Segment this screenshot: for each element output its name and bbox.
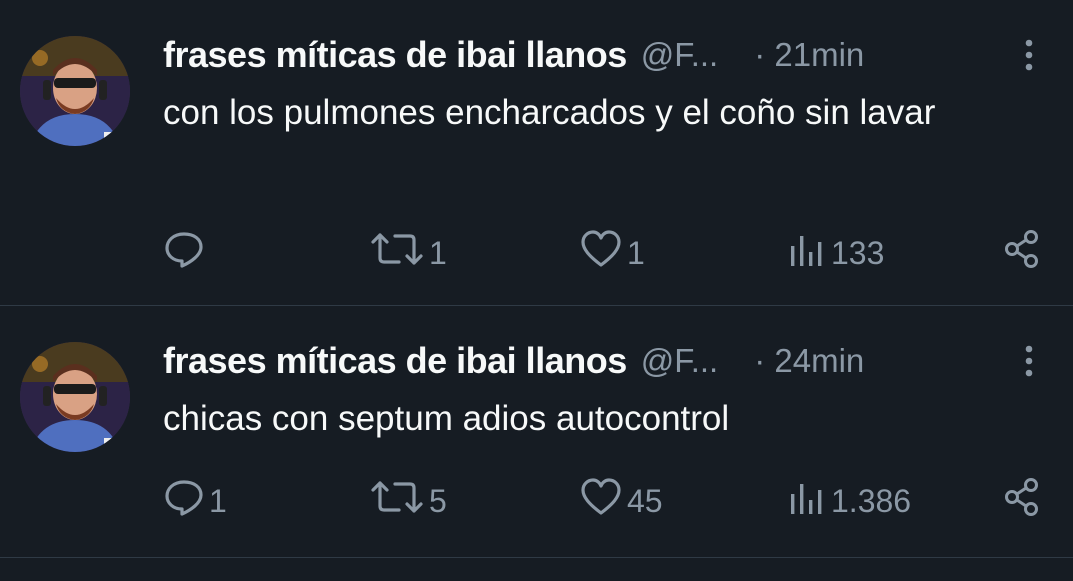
author-handle[interactable]: @F... xyxy=(641,36,719,74)
retweet-count: 5 xyxy=(429,482,447,519)
tweet-text: con los pulmones encharcados y el coño s… xyxy=(163,93,936,132)
reply-icon xyxy=(163,228,205,278)
more-vertical-icon[interactable] xyxy=(1019,342,1039,380)
views-count: 133 xyxy=(831,234,885,271)
reply-button[interactable] xyxy=(163,230,209,276)
heart-icon xyxy=(579,228,623,278)
reply-count: 1 xyxy=(209,482,227,519)
avatar-image xyxy=(20,342,130,452)
tweet-timestamp[interactable]: · 24min xyxy=(754,342,864,380)
share-icon xyxy=(1001,228,1043,278)
like-count: 45 xyxy=(627,482,663,519)
tweet-actions: 1 1 133 xyxy=(163,230,1043,276)
views-count: 1.386 xyxy=(831,482,912,519)
retweet-icon xyxy=(369,228,425,278)
timeline-feed: frases míticas de ibai llanos @F... · 21… xyxy=(0,0,1073,581)
avatar-image xyxy=(20,36,130,146)
tweet-text: chicas con septum adios autocontrol xyxy=(163,399,730,438)
avatar[interactable] xyxy=(20,342,130,452)
tweet[interactable]: frases míticas de ibai llanos @F... · 21… xyxy=(0,0,1073,306)
views-chart-icon xyxy=(785,228,827,278)
like-button[interactable]: 1 xyxy=(579,230,645,276)
views-chart-icon xyxy=(785,476,827,526)
retweet-icon xyxy=(369,476,425,526)
avatar[interactable] xyxy=(20,36,130,146)
reply-icon xyxy=(163,476,205,526)
retweet-button[interactable]: 1 xyxy=(369,230,447,276)
retweet-count: 1 xyxy=(429,234,447,271)
share-icon xyxy=(1001,476,1043,526)
author-name[interactable]: frases míticas de ibai llanos xyxy=(163,34,627,76)
retweet-button[interactable]: 5 xyxy=(369,478,447,524)
views-button[interactable]: 1.386 xyxy=(785,478,911,524)
like-count: 1 xyxy=(627,234,645,271)
tweet-header: frases míticas de ibai llanos @F... · 21… xyxy=(163,32,1053,78)
tweet-actions: 1 5 45 1.386 xyxy=(163,478,1043,524)
share-button[interactable] xyxy=(1001,478,1043,524)
tweet-header: frases míticas de ibai llanos @F... · 24… xyxy=(163,338,1053,384)
heart-icon xyxy=(579,476,623,526)
share-button[interactable] xyxy=(1001,230,1043,276)
tweet[interactable]: frases míticas de ibai llanos @F... · 24… xyxy=(0,306,1073,558)
tweet-timestamp[interactable]: · 21min xyxy=(754,36,864,74)
more-vertical-icon[interactable] xyxy=(1019,36,1039,74)
reply-button[interactable]: 1 xyxy=(163,478,227,524)
author-handle[interactable]: @F... xyxy=(641,342,719,380)
views-button[interactable]: 133 xyxy=(785,230,884,276)
like-button[interactable]: 45 xyxy=(579,478,663,524)
author-name[interactable]: frases míticas de ibai llanos xyxy=(163,340,627,382)
